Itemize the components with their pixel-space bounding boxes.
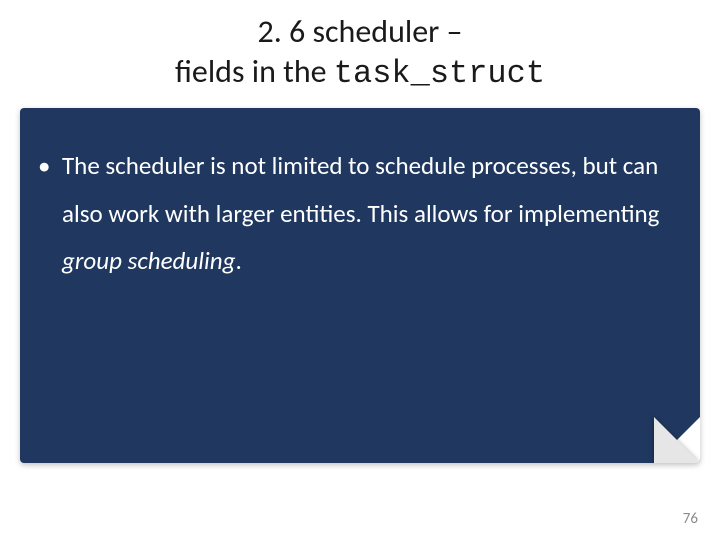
title-line-1: 2. 6 scheduler – [258, 12, 463, 51]
page-curl-icon [654, 417, 700, 463]
slide-title: 2. 6 scheduler – fields in the task_stru… [0, 0, 720, 94]
page-number: 76 [683, 510, 698, 528]
title-line-2-prefix: fields in the [175, 52, 334, 91]
slide: 2. 6 scheduler – fields in the task_stru… [0, 0, 720, 540]
title-code: task_struct [334, 55, 545, 92]
bullet-text-italic: group scheduling [62, 245, 235, 276]
content-box: The scheduler is not limited to schedule… [20, 108, 700, 463]
bullet-text-tail: . [235, 245, 241, 276]
content-inner: The scheduler is not limited to schedule… [20, 108, 700, 309]
bullet-item: The scheduler is not limited to schedule… [62, 142, 676, 285]
bullet-text-main: The scheduler is not limited to schedule… [62, 150, 659, 229]
